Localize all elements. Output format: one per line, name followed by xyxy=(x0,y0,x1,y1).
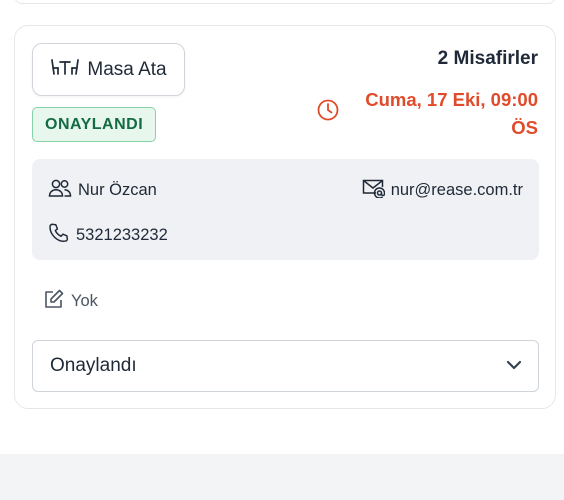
status-badge: ONAYLANDI xyxy=(32,107,157,142)
reservation-card: Masa Ata ONAYLANDI 2 Misafirler Cuma, 17… xyxy=(14,25,556,409)
page-footer-area xyxy=(0,454,564,500)
status-select[interactable]: Onaylandı xyxy=(32,340,539,392)
customer-email: nur@rease.com.tr xyxy=(390,181,523,199)
envelope-at-icon xyxy=(361,178,385,203)
customer-info-panel: Nur Özcan nur@rease.com.tr 5321233232 xyxy=(32,159,539,260)
note-row: Yok xyxy=(44,289,98,314)
telephone-icon xyxy=(48,222,70,249)
customer-name-row: Nur Özcan xyxy=(48,178,157,203)
customer-phone: 5321233232 xyxy=(76,226,168,244)
customer-name: Nur Özcan xyxy=(78,181,157,199)
assign-table-label: Masa Ata xyxy=(87,58,167,80)
users-icon xyxy=(48,178,72,203)
reservation-period: ÖS xyxy=(511,117,538,138)
assign-table-button[interactable]: Masa Ata xyxy=(32,43,185,96)
reservation-datetime: Cuma, 17 Eki, 09:00 ÖS xyxy=(365,86,538,142)
note-text: Yok xyxy=(71,292,98,310)
reservation-date: Cuma, 17 Eki, 09:00 xyxy=(365,89,538,110)
pencil-square-icon xyxy=(44,289,64,314)
chevron-down-icon xyxy=(506,357,522,375)
status-select-value: Onaylandı xyxy=(50,355,137,376)
table-icon xyxy=(50,58,80,81)
customer-email-row: nur@rease.com.tr xyxy=(361,178,523,203)
customer-phone-row: 5321233232 xyxy=(48,222,168,249)
previous-card-edge xyxy=(14,0,556,4)
clock-icon xyxy=(316,98,340,122)
guest-count: 2 Misafirler xyxy=(437,48,538,69)
